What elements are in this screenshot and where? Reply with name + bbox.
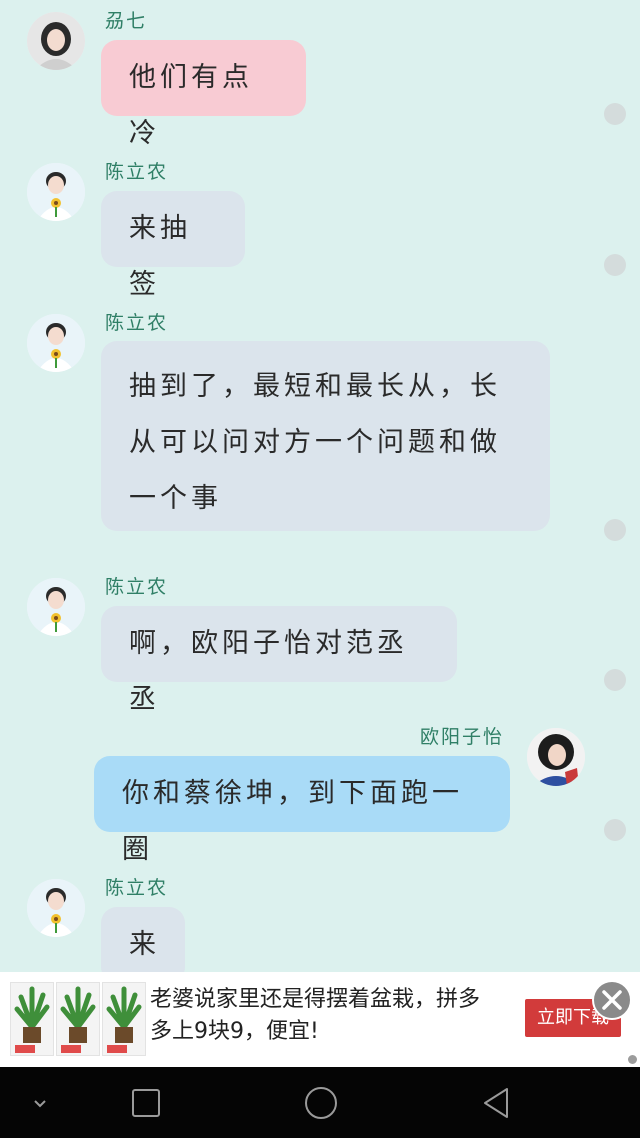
status-dot	[604, 519, 626, 541]
avatar[interactable]	[27, 314, 85, 372]
status-dot	[604, 254, 626, 276]
close-icon	[602, 990, 622, 1010]
hide-nav-button[interactable]	[22, 1085, 58, 1121]
boy-sunflower-avatar-icon	[27, 879, 85, 937]
message-bubble[interactable]: 抽到了，最短和最长从，长从可以问对方一个问题和做一个事	[101, 341, 550, 531]
circle-home-icon	[305, 1087, 337, 1119]
avatar[interactable]	[27, 163, 85, 221]
ad-plant-thumbnail[interactable]	[56, 982, 100, 1056]
sender-name: 刕七	[105, 10, 148, 32]
plant-icon	[106, 986, 142, 1053]
ad-banner[interactable]: 老婆说家里还是得摆着盆栽，拼多多上9块9，便宜! 立即下载	[0, 972, 640, 1067]
boy-sunflower-avatar-icon	[27, 578, 85, 636]
girl-curly-hair-avatar-icon	[527, 728, 585, 786]
message-bubble[interactable]: 来	[101, 907, 185, 972]
back-button[interactable]	[479, 1085, 515, 1121]
sender-name: 欧阳子怡	[420, 726, 505, 748]
status-dot	[604, 819, 626, 841]
status-dot	[604, 669, 626, 691]
avatar[interactable]	[27, 578, 85, 636]
avatar[interactable]	[27, 12, 85, 70]
message-bubble[interactable]: 他们有点冷	[101, 40, 306, 149]
ad-close-button[interactable]	[592, 980, 632, 1020]
home-button[interactable]	[303, 1085, 339, 1121]
recent-apps-button[interactable]	[128, 1085, 164, 1121]
sender-name: 陈立农	[105, 877, 169, 899]
ad-plant-thumbnail[interactable]	[102, 982, 146, 1056]
avatar[interactable]	[527, 728, 585, 786]
sender-name: 陈立农	[105, 161, 169, 183]
status-dot	[604, 103, 626, 125]
square-recent-icon	[132, 1089, 160, 1117]
girl-avatar-icon	[27, 12, 85, 70]
ad-plant-thumbnail[interactable]	[10, 982, 54, 1056]
message-bubble[interactable]: 啊，欧阳子怡对范丞丞	[101, 606, 457, 715]
boy-sunflower-avatar-icon	[27, 163, 85, 221]
sender-name: 陈立农	[105, 312, 169, 334]
chat-area[interactable]: 刕七 他们有点冷 陈立农 来抽签 陈立农 抽到了，最短和最长从，长从可以问对方一…	[0, 0, 640, 972]
message-bubble[interactable]: 你和蔡徐坤，到下面跑一圈	[94, 756, 510, 865]
message-bubble[interactable]: 来抽签	[101, 191, 245, 300]
plant-icon	[60, 986, 96, 1053]
chevron-down-icon	[34, 1100, 46, 1108]
avatar[interactable]	[27, 879, 85, 937]
ad-info-icon[interactable]	[628, 1055, 637, 1064]
plant-icon	[14, 986, 50, 1053]
triangle-back-icon	[484, 1088, 508, 1118]
boy-sunflower-avatar-icon	[27, 314, 85, 372]
navigation-bar	[0, 1067, 640, 1138]
sender-name: 陈立农	[105, 576, 169, 598]
ad-text[interactable]: 老婆说家里还是得摆着盆栽，拼多多上9块9，便宜!	[150, 984, 495, 1048]
